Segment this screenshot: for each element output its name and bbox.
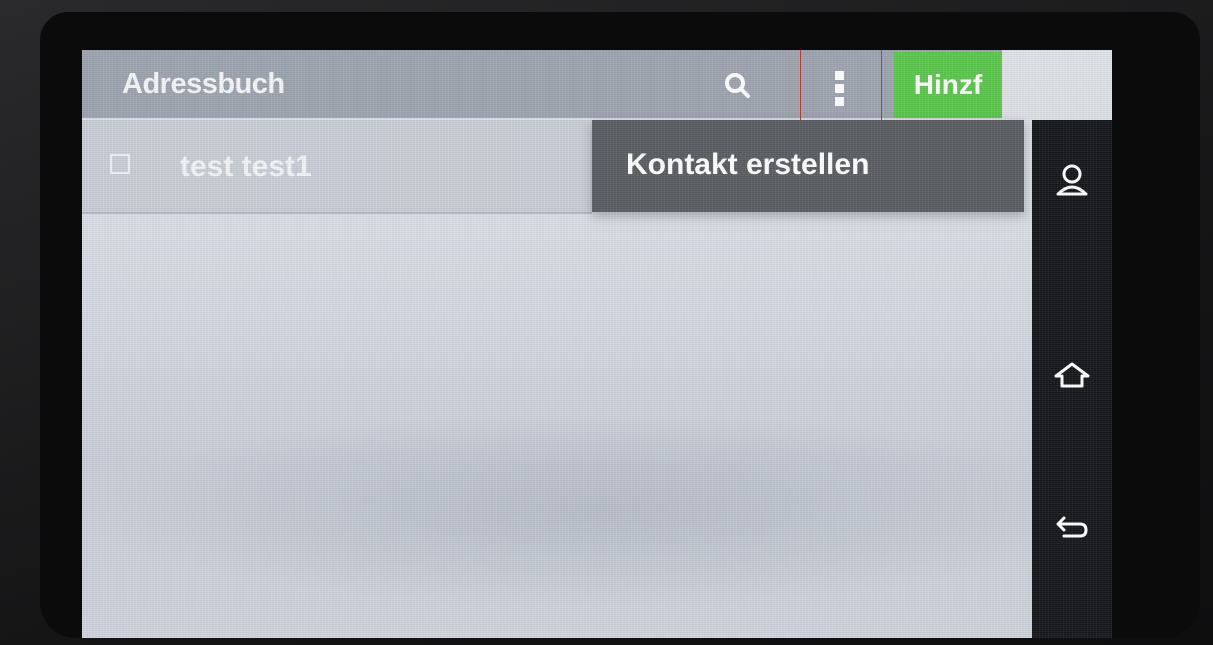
overflow-menu-button[interactable] (800, 50, 882, 122)
add-button[interactable]: Hinzf (894, 52, 1002, 118)
contact-name: test test1 (180, 150, 312, 183)
nav-back-button[interactable] (1046, 500, 1098, 552)
device-frame: Adressbuch Hinzf test test1 Kontakt erst… (0, 0, 1213, 645)
overflow-popup-menu: Kontakt erstellen (592, 120, 1024, 212)
back-icon (1056, 516, 1088, 538)
screen-glare (82, 410, 1112, 610)
menu-item-create-contact[interactable]: Kontakt erstellen (626, 148, 869, 182)
nav-home-button[interactable] (1046, 350, 1098, 402)
nav-person-button[interactable] (1046, 156, 1098, 208)
system-nav-bar (1032, 120, 1112, 638)
more-vert-icon (835, 71, 845, 107)
contact-checkbox[interactable] (110, 154, 130, 174)
home-icon (1054, 362, 1090, 388)
search-button[interactable] (718, 66, 758, 106)
app-title: Adressbuch (122, 68, 285, 100)
person-icon (1056, 164, 1088, 196)
contact-list-item[interactable]: test test1 (82, 120, 592, 214)
search-icon (725, 73, 750, 98)
action-bar: Adressbuch Hinzf (82, 50, 1002, 122)
screen: Adressbuch Hinzf test test1 Kontakt erst… (82, 50, 1112, 638)
